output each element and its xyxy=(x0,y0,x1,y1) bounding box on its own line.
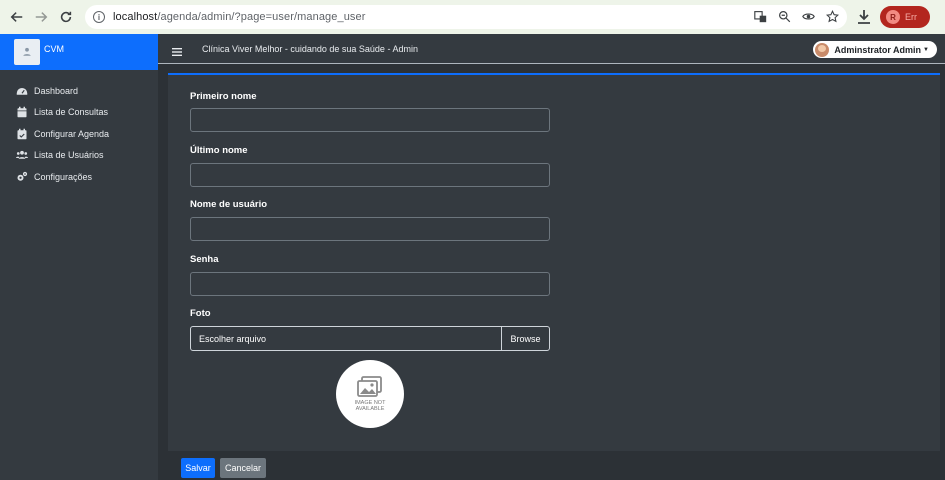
sidebar-divider xyxy=(158,34,168,480)
calendar-check-icon xyxy=(16,128,28,140)
profile-label: Err xyxy=(905,12,917,22)
calendar-icon xyxy=(16,106,28,118)
sidebar: CVM Dashboard Lista de Consultas Configu… xyxy=(0,34,158,480)
browse-button[interactable]: Browse xyxy=(501,327,549,350)
reload-icon[interactable] xyxy=(55,6,77,28)
brand-logo xyxy=(14,39,40,65)
menu-toggle-icon[interactable] xyxy=(172,44,182,56)
sidebar-item-consultas[interactable]: Lista de Consultas xyxy=(0,102,158,124)
password-label: Senha xyxy=(190,254,219,265)
url-text: localhost/agenda/admin/?page=user/manage… xyxy=(113,11,366,23)
file-placeholder: Escolher arquivo xyxy=(199,333,267,344)
eye-icon[interactable] xyxy=(801,9,815,23)
forward-icon[interactable] xyxy=(30,6,52,28)
photo-label: Foto xyxy=(190,308,211,319)
zoom-icon[interactable] xyxy=(777,9,791,23)
address-bar[interactable]: i localhost/agenda/admin/?page=user/mana… xyxy=(85,5,847,29)
caret-down-icon: ▼ xyxy=(923,46,929,53)
photo-preview: IMAGE NOT AVAILABLE xyxy=(336,360,404,428)
site-title: Clínica Viver Melhor - cuidando de sua S… xyxy=(202,43,418,54)
user-name: Adminstrator Admin xyxy=(834,44,922,55)
top-header: Clínica Viver Melhor - cuidando de sua S… xyxy=(158,34,945,64)
user-avatar xyxy=(815,42,830,57)
sidebar-item-configuracoes[interactable]: Configurações xyxy=(0,166,158,188)
sidebar-item-label: Configurar Agenda xyxy=(34,128,110,139)
download-icon[interactable] xyxy=(856,9,872,25)
photo-file-input[interactable]: Escolher arquivo Browse xyxy=(190,326,550,351)
sidebar-item-agenda[interactable]: Configurar Agenda xyxy=(0,123,158,145)
card-footer xyxy=(168,451,945,480)
site-info-icon[interactable]: i xyxy=(93,11,105,23)
last-name-label: Último nome xyxy=(190,145,248,156)
sidebar-item-label: Dashboard xyxy=(34,85,79,96)
sidebar-item-label: Lista de Consultas xyxy=(34,107,109,118)
url-path: /agenda/admin/?page=user/manage_user xyxy=(157,11,366,23)
cancel-button[interactable]: Cancelar xyxy=(220,458,266,478)
first-name-input[interactable] xyxy=(190,108,550,132)
brand-name: CVM xyxy=(44,44,64,54)
image-not-available-text: IMAGE NOT AVAILABLE xyxy=(354,400,386,412)
username-input[interactable] xyxy=(190,217,550,241)
first-name-label: Primeiro nome xyxy=(190,91,257,102)
users-icon xyxy=(16,149,28,161)
username-label: Nome de usuário xyxy=(190,199,268,210)
sidebar-item-dashboard[interactable]: Dashboard xyxy=(0,80,158,102)
sidebar-nav: Dashboard Lista de Consultas Configurar … xyxy=(0,80,158,188)
profile-avatar: R xyxy=(886,10,900,24)
gears-icon xyxy=(16,171,28,183)
url-host: localhost xyxy=(113,11,158,23)
last-name-input[interactable] xyxy=(190,163,550,187)
save-button[interactable]: Salvar xyxy=(181,458,215,478)
browser-profile-button[interactable]: R Err xyxy=(880,6,930,28)
user-menu-button[interactable]: Adminstrator Admin ▼ xyxy=(813,41,937,58)
sidebar-item-label: Lista de Usuários xyxy=(34,150,104,161)
image-placeholder-icon xyxy=(357,376,382,397)
password-input[interactable] xyxy=(190,272,550,296)
back-icon[interactable] xyxy=(6,6,28,28)
sidebar-item-label: Configurações xyxy=(34,171,93,182)
browser-toolbar: i localhost/agenda/admin/?page=user/mana… xyxy=(0,0,945,34)
translate-icon[interactable] xyxy=(753,9,767,23)
dashboard-icon xyxy=(16,85,28,97)
bookmark-star-icon[interactable] xyxy=(825,9,839,23)
sidebar-item-usuarios[interactable]: Lista de Usuários xyxy=(0,145,158,167)
brand[interactable]: CVM xyxy=(0,34,158,70)
